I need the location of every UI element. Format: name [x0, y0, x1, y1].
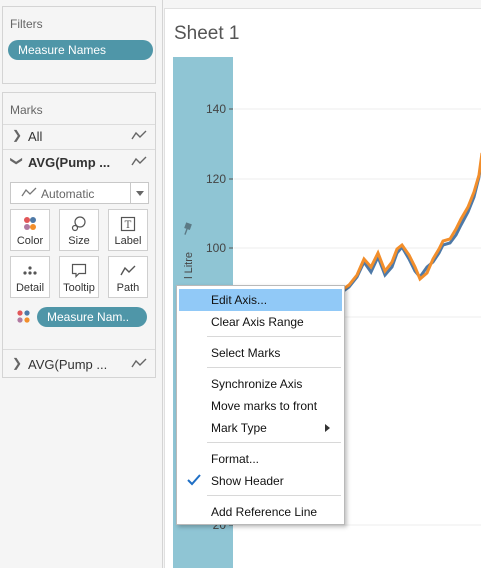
marks-divider: [3, 349, 155, 350]
tooltip-button[interactable]: Tooltip: [59, 256, 99, 298]
path-line-icon: [120, 265, 136, 276]
y-tick-label: 100: [206, 241, 226, 255]
marks-active-card-label: AVG(Pump ...: [28, 155, 111, 170]
marks-active-card-row[interactable]: ❯ AVG(Pump ...: [3, 150, 155, 174]
menu-item-clear-axis-range[interactable]: Clear Axis Range: [179, 311, 342, 333]
path-button[interactable]: Path: [108, 256, 148, 298]
tableau-workspace: Filters Measure Names Marks ❯ All ❯ AVG(…: [0, 0, 481, 568]
chevron-right-icon[interactable]: ❯: [12, 128, 22, 142]
menu-item-move-marks-front[interactable]: Move marks to front: [179, 395, 342, 417]
menu-separator: [207, 442, 341, 443]
axis-context-menu: Edit Axis... Clear Axis Range Select Mar…: [176, 285, 345, 525]
menu-item-select-marks[interactable]: Select Marks: [179, 342, 342, 364]
color-dots-icon: [24, 217, 36, 230]
marks-all-label: All: [28, 129, 43, 144]
menu-item-label: Format...: [211, 452, 260, 466]
chevron-down-icon[interactable]: ❯: [10, 156, 24, 166]
marks-collapsed-card-row[interactable]: ❯ AVG(Pump ...: [3, 352, 155, 376]
text-label-icon: T: [120, 216, 136, 232]
path-button-label: Path: [116, 282, 140, 294]
detail-button[interactable]: Detail: [10, 256, 50, 298]
checkmark-icon: [187, 474, 201, 486]
menu-separator: [207, 495, 341, 496]
menu-item-label: Move marks to front: [211, 399, 318, 413]
left-panel: Filters Measure Names Marks ❯ All ❯ AVG(…: [0, 0, 163, 568]
filters-card: Filters Measure Names: [2, 6, 156, 84]
sheet-title: Sheet 1: [174, 23, 240, 44]
tooltip-bubble-icon: [71, 263, 87, 278]
line-mark-icon: [21, 187, 37, 197]
menu-item-edit-axis[interactable]: Edit Axis...: [179, 289, 342, 311]
color-button-label: Color: [16, 235, 44, 247]
menu-item-synchronize-axis[interactable]: Synchronize Axis: [179, 373, 342, 395]
menu-item-label: Synchronize Axis: [211, 377, 303, 391]
menu-item-label: Clear Axis Range: [211, 315, 304, 329]
size-button[interactable]: Size: [59, 209, 99, 251]
menu-item-label: Edit Axis...: [211, 293, 268, 307]
series-line-orange[interactable]: [341, 152, 481, 292]
size-button-label: Size: [68, 235, 90, 247]
marks-all-row[interactable]: ❯ All: [3, 124, 155, 148]
mark-type-dropdown[interactable]: Automatic: [10, 182, 149, 204]
y-axis-title: l Litre: [183, 252, 195, 279]
line-mark-icon: [131, 358, 147, 368]
pin-icon: [184, 222, 192, 235]
line-mark-icon: [131, 130, 147, 140]
submenu-arrow-icon: [325, 424, 330, 432]
mark-type-value: Automatic: [41, 187, 95, 201]
menu-item-label: Select Marks: [211, 346, 281, 360]
menu-item-show-header[interactable]: Show Header: [179, 470, 342, 492]
menu-item-label: Show Header: [211, 474, 284, 488]
measure-names-filter-pill[interactable]: Measure Names: [8, 40, 153, 60]
menu-item-label: Add Reference Line: [211, 505, 318, 519]
line-mark-icon: [131, 156, 147, 166]
marks-collapsed-card-label: AVG(Pump ...: [28, 357, 108, 372]
detail-button-label: Detail: [15, 282, 45, 294]
y-tick-label: 140: [206, 102, 226, 116]
chevron-right-icon[interactable]: ❯: [12, 356, 22, 370]
menu-item-format[interactable]: Format...: [179, 448, 342, 470]
menu-item-add-reference-line[interactable]: Add Reference Line: [179, 501, 342, 523]
color-button[interactable]: Color: [10, 209, 50, 251]
menu-item-label: Mark Type: [211, 421, 267, 435]
marks-card: Marks ❯ All ❯ AVG(Pump ... Automatic Col…: [2, 92, 156, 378]
detail-dots-icon: [23, 266, 37, 275]
label-button-label: Label: [114, 235, 142, 247]
tooltip-button-label: Tooltip: [63, 282, 95, 294]
measure-names-color-pill[interactable]: Measure Nam..: [37, 307, 147, 327]
menu-item-mark-type[interactable]: Mark Type: [179, 417, 342, 439]
menu-separator: [207, 367, 341, 368]
label-button[interactable]: T Label: [108, 209, 148, 251]
y-tick-label: 120: [206, 172, 226, 186]
menu-separator: [207, 336, 341, 337]
color-dots-icon: [17, 310, 30, 323]
svg-text:T: T: [125, 220, 132, 231]
filters-title: Filters: [10, 17, 43, 31]
series-line-blue[interactable]: [341, 156, 481, 294]
marks-title: Marks: [10, 103, 43, 117]
chevron-down-icon[interactable]: [130, 183, 148, 203]
size-icon: [71, 216, 86, 232]
